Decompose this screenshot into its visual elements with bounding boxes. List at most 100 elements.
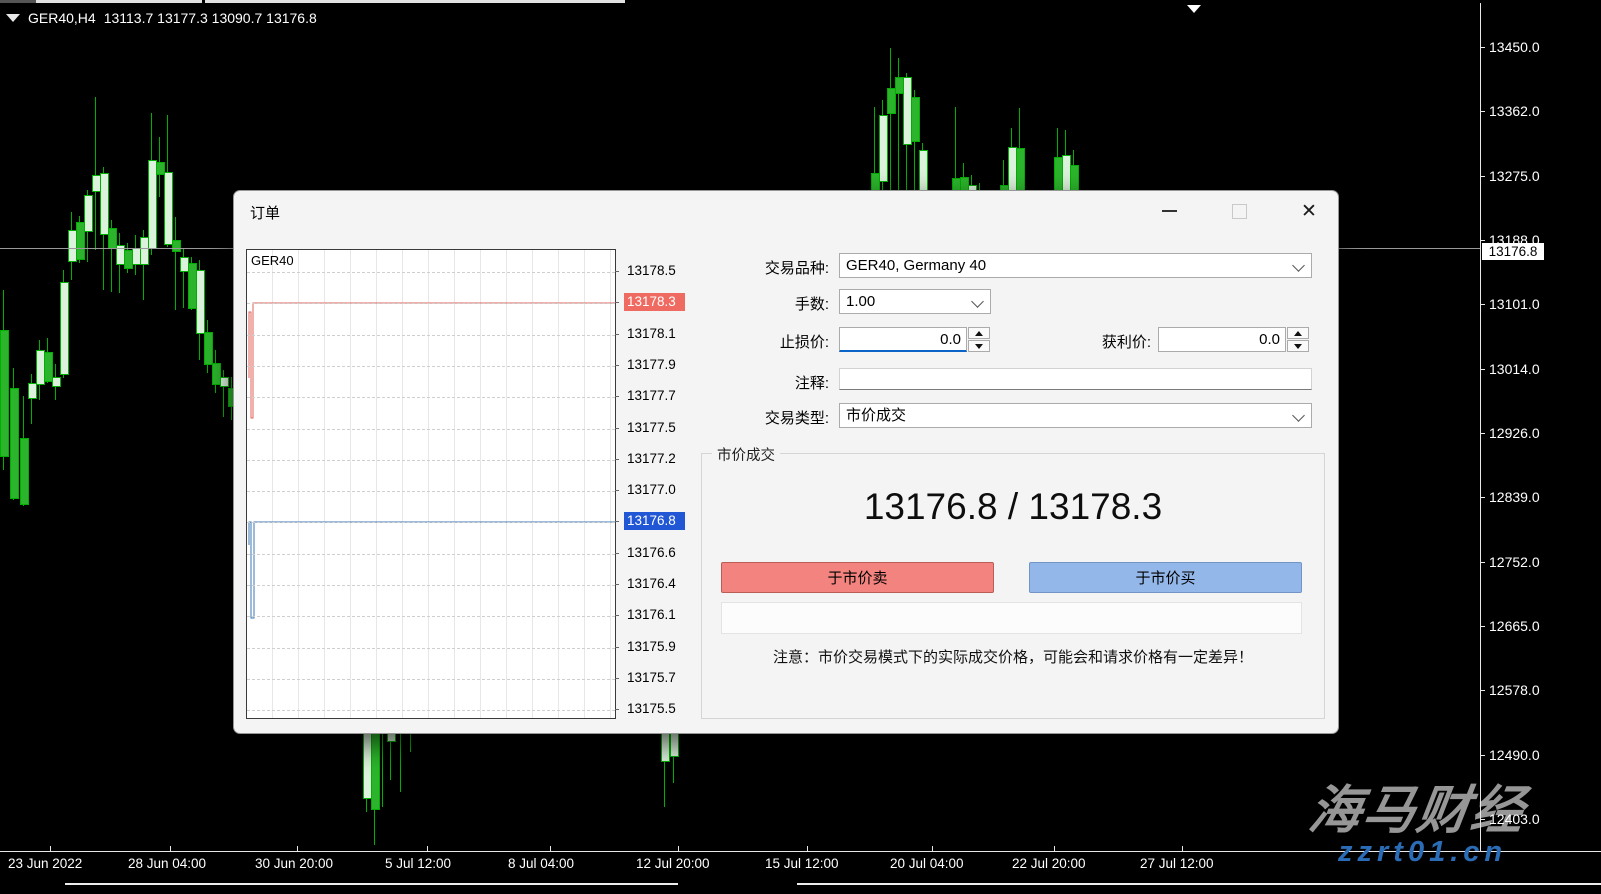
price-axis-tick — [1480, 690, 1485, 691]
takeprofit-increase-button[interactable] — [1287, 327, 1309, 339]
tick-scale-label: 13177.0 — [624, 481, 685, 499]
price-axis-tick — [1480, 497, 1485, 498]
price-axis-label: 12490.0 — [1489, 747, 1540, 763]
close-button[interactable]: ✕ — [1290, 197, 1328, 225]
candle-body — [220, 377, 229, 387]
price-axis-label: 12839.0 — [1489, 489, 1540, 505]
candle-wick — [95, 97, 96, 250]
time-axis-tick — [1054, 846, 1055, 851]
time-axis-label: 28 Jun 04:00 — [128, 856, 206, 871]
candle-body — [10, 388, 19, 499]
time-axis-label: 8 Jul 04:00 — [508, 856, 574, 871]
tick-scale-label: 13178.1 — [624, 325, 685, 343]
takeprofit-input[interactable]: 0.0 — [1158, 327, 1286, 352]
price-axis-tick — [1480, 176, 1485, 177]
maximize-button[interactable] — [1220, 197, 1258, 225]
tick-scale-tick — [615, 490, 619, 491]
price-axis-tick — [1480, 626, 1485, 627]
comment-input[interactable] — [839, 368, 1312, 390]
tick-scale-label: 13176.8 — [624, 512, 685, 530]
tick-scale-label: 13177.5 — [624, 419, 685, 437]
arrow-up-icon — [1294, 331, 1302, 336]
chart-scroll-marker-icon[interactable] — [1187, 5, 1201, 13]
chevron-down-icon — [1292, 259, 1305, 272]
ordertype-field-label: 交易类型: — [724, 407, 829, 428]
time-axis-label: 5 Jul 12:00 — [385, 856, 451, 871]
price-axis-label: 13101.0 — [1489, 296, 1540, 312]
tick-chart-gridline — [247, 616, 615, 617]
price-axis-tick — [1480, 755, 1485, 756]
tick-scale-label: 13176.4 — [624, 575, 685, 593]
candle-body — [52, 377, 61, 387]
tick-scale-tick — [615, 584, 619, 585]
status-strip — [721, 602, 1302, 634]
tick-chart-gridline — [247, 366, 615, 367]
tick-scale-label: 13176.1 — [624, 606, 685, 624]
symbol-select[interactable]: GER40, Germany 40 — [839, 253, 1312, 278]
time-axis-label: 22 Jul 20:00 — [1012, 856, 1086, 871]
tick-scale-label: 13177.9 — [624, 356, 685, 374]
minimize-icon — [1162, 210, 1177, 212]
price-axis-label: 13275.0 — [1489, 168, 1540, 184]
price-axis-tick — [1480, 47, 1485, 48]
stoploss-increase-button[interactable] — [968, 327, 990, 339]
bottom-panel-edge — [65, 883, 678, 885]
tick-chart-gridline — [247, 648, 615, 649]
stoploss-field-label: 止损价: — [724, 331, 829, 352]
tick-scale-label: 13177.2 — [624, 450, 685, 468]
tick-chart-gridline — [247, 522, 615, 523]
tick-scale-tick — [615, 302, 619, 303]
tick-chart-gridline — [247, 429, 615, 430]
tick-chart-gridline — [247, 585, 615, 586]
price-axis-label: 12578.0 — [1489, 682, 1540, 698]
price-axis-tick — [1480, 111, 1485, 112]
candle-wick — [175, 217, 176, 310]
tick-scale-tick — [615, 521, 619, 522]
tick-chart-gridline — [247, 491, 615, 492]
time-axis-tick — [807, 846, 808, 851]
tick-chart-gridline — [247, 335, 615, 336]
price-axis-label: 12752.0 — [1489, 554, 1540, 570]
ordertype-select[interactable]: 市价成交 — [839, 403, 1312, 428]
tick-scale-tick — [615, 365, 619, 366]
close-icon: ✕ — [1301, 202, 1317, 221]
time-axis-tick — [932, 846, 933, 851]
price-axis-label: 13450.0 — [1489, 39, 1540, 55]
stoploss-decrease-button[interactable] — [968, 340, 990, 352]
tick-scale-label: 13178.3 — [624, 293, 685, 311]
sell-by-market-button[interactable]: 于市价卖 — [721, 562, 994, 593]
tick-chart-gridline — [247, 397, 615, 398]
tick-scale-tick — [615, 615, 619, 616]
price-axis-tick — [1480, 304, 1485, 305]
takeprofit-stepper — [1287, 327, 1309, 352]
time-axis-label: 12 Jul 20:00 — [636, 856, 710, 871]
candle-wick — [31, 374, 32, 424]
time-axis-tick — [427, 846, 428, 851]
symbol-dropdown-icon[interactable] — [6, 14, 20, 22]
buy-by-market-button[interactable]: 于市价买 — [1029, 562, 1302, 593]
time-axis-tick — [1182, 846, 1183, 851]
comment-field-label: 注释: — [724, 372, 829, 393]
stoploss-input[interactable]: 0.0 — [839, 327, 967, 352]
tick-chart: GER40 13178.513178.313178.113177.913177.… — [246, 249, 682, 719]
time-axis-label: 30 Jun 20:00 — [255, 856, 333, 871]
volume-select[interactable]: 1.00 — [839, 289, 991, 314]
mt4-window: GER40,H4 13113.7 13177.3 13090.7 13176.8… — [0, 0, 1601, 894]
takeprofit-decrease-button[interactable] — [1287, 340, 1309, 352]
price-axis-label: 13362.0 — [1489, 103, 1540, 119]
candle-body — [20, 438, 29, 505]
symbol-ohlc: 13113.7 13177.3 13090.7 13176.8 — [104, 10, 317, 26]
tick-scale-tick — [615, 678, 619, 679]
time-axis-tick — [297, 846, 298, 851]
tick-scale-label: 13178.5 — [624, 262, 685, 280]
arrow-up-icon — [975, 331, 983, 336]
time-axis-label: 23 Jun 2022 — [8, 856, 82, 871]
tick-scale-tick — [615, 396, 619, 397]
tick-scale-tick — [615, 647, 619, 648]
tick-chart-gridline — [247, 460, 615, 461]
price-axis-label: 12665.0 — [1489, 618, 1540, 634]
time-axis-tick — [678, 846, 679, 851]
minimize-button[interactable] — [1150, 197, 1188, 225]
stoploss-stepper — [968, 327, 990, 352]
price-axis-tick — [1480, 433, 1485, 434]
